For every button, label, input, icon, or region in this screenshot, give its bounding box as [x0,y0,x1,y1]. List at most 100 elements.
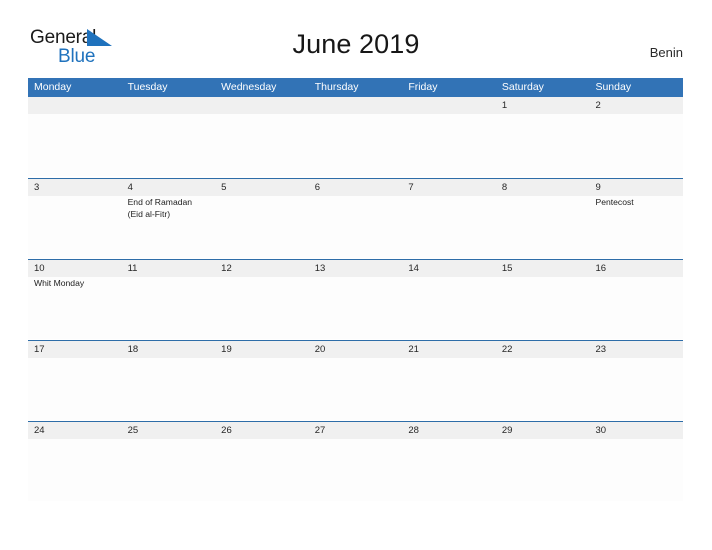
day-number-7[interactable]: 7 [402,179,496,196]
week-date-band: 10 11 12 13 14 15 16 [28,260,683,277]
day-cell-14[interactable] [402,277,496,339]
event-text: End of Ramadan [127,197,193,207]
day-number-22[interactable]: 22 [496,341,590,358]
day-number-3[interactable]: 3 [28,179,122,196]
calendar-grid: Monday Tuesday Wednesday Thursday Friday Satu… [28,78,683,502]
day-cell-4[interactable]: End of Ramadan (Eid al-Fitr) [122,196,216,258]
day-cell-empty [215,114,309,176]
day-number-27[interactable]: 27 [309,422,403,439]
day-cell-11[interactable] [122,277,216,339]
day-cell-26[interactable] [215,439,309,501]
week-event-band [28,114,683,176]
day-number-21[interactable]: 21 [402,341,496,358]
day-cell-5[interactable] [215,196,309,258]
calendar-week-row: 12 [28,97,683,178]
day-number-23[interactable]: 23 [589,341,683,358]
day-cell-6[interactable] [309,196,403,258]
week-date-band: 24 25 26 27 28 29 30 [28,422,683,439]
event-text: (Eid al-Fitr) [127,208,171,219]
day-number-25[interactable]: 25 [122,422,216,439]
day-cell-17[interactable] [28,358,122,420]
day-number-9[interactable]: 9 [589,179,683,196]
day-cell-7[interactable] [402,196,496,258]
day-cell-16[interactable] [589,277,683,339]
day-number-30[interactable]: 30 [589,422,683,439]
week-date-band: 12 [28,97,683,114]
calendar-week-row: 24 25 26 27 28 29 30 [28,421,683,502]
page-header: General Blue June 2019 Benin [0,0,712,66]
day-number-8[interactable]: 8 [496,179,590,196]
day-cell-empty [309,114,403,176]
week-event-band [28,439,683,501]
week-event-band: End of Ramadan (Eid al-Fitr) Pentecost [28,196,683,258]
day-number-11[interactable]: 11 [122,260,216,277]
day-number-26[interactable]: 26 [215,422,309,439]
day-number-12[interactable]: 12 [215,260,309,277]
day-number-empty [28,97,122,114]
day-number-28[interactable]: 28 [402,422,496,439]
day-cell-18[interactable] [122,358,216,420]
calendar-week-row: 10 11 12 13 14 15 16 Whit Monday [28,259,683,340]
day-number-4[interactable]: 4 [122,179,216,196]
day-cell-30[interactable] [589,439,683,501]
day-cell-29[interactable] [496,439,590,501]
week-event-band [28,358,683,420]
day-number-empty [122,97,216,114]
day-cell-9[interactable]: Pentecost [589,196,683,258]
day-cell-21[interactable] [402,358,496,420]
day-cell-empty [122,114,216,176]
week-date-band: 17 18 19 20 21 22 23 [28,341,683,358]
day-cell-10[interactable]: Whit Monday [28,277,122,339]
week-event-band: Whit Monday [28,277,683,339]
day-number-empty [309,97,403,114]
calendar-week-row: 3 4 5 6 7 8 9 End of Ramadan (Eid al-Fitr) Pentec… [28,178,683,259]
day-cell-24[interactable] [28,439,122,501]
day-cell-empty [28,114,122,176]
country-label: Benin [649,45,683,60]
day-number-16[interactable]: 16 [589,260,683,277]
day-cell-8[interactable] [496,196,590,258]
day-cell-27[interactable] [309,439,403,501]
weekday-header-monday: Monday [34,81,72,93]
day-number-19[interactable]: 19 [215,341,309,358]
day-number-20[interactable]: 20 [309,341,403,358]
day-cell-25[interactable] [122,439,216,501]
day-number-5[interactable]: 5 [215,179,309,196]
day-number-18[interactable]: 18 [122,341,216,358]
day-number-13[interactable]: 13 [309,260,403,277]
day-cell-23[interactable] [589,358,683,420]
day-cell-3[interactable] [28,196,122,258]
day-number-empty [402,97,496,114]
event-text: Whit Monday [34,278,85,288]
weekday-header-wednesday: Wednesday [221,81,277,93]
weekday-header-saturday: Saturday [501,81,544,93]
day-number-6[interactable]: 6 [309,179,403,196]
day-number-15[interactable]: 15 [496,260,590,277]
day-cell-2[interactable] [589,114,683,176]
day-cell-19[interactable] [215,358,309,420]
weekday-header-row: Monday Tuesday Wednesday Thursday Friday Satu… [28,78,683,97]
day-number-1[interactable]: 1 [496,97,590,114]
day-number-10[interactable]: 10 [28,260,122,277]
day-number-2[interactable]: 2 [589,97,683,114]
day-cell-12[interactable] [215,277,309,339]
day-number-empty [215,97,309,114]
week-date-band: 3456789 [28,179,683,196]
day-cell-1[interactable] [496,114,590,176]
day-cell-20[interactable] [309,358,403,420]
day-number-29[interactable]: 29 [496,422,590,439]
weekday-header-tuesday: Tuesday [127,81,168,93]
weekday-header-sunday: Sunday [595,81,632,93]
weekday-header-friday: Friday [408,81,438,93]
day-cell-22[interactable] [496,358,590,420]
calendar-weeks: 1 2 3 4 5 6 7 8 9 End of Ramadan (Eid al-Fitr) Pent… [28,97,683,502]
day-cell-28[interactable] [402,439,496,501]
weekday-header-thursday: Thursday [314,81,359,93]
day-cell-13[interactable] [309,277,403,339]
day-number-17[interactable]: 17 [28,341,122,358]
calendar-week-row: 17 18 19 20 21 22 23 [28,340,683,421]
day-number-14[interactable]: 14 [402,260,496,277]
day-cell-empty [402,114,496,176]
day-number-24[interactable]: 24 [28,422,122,439]
day-cell-15[interactable] [496,277,590,339]
